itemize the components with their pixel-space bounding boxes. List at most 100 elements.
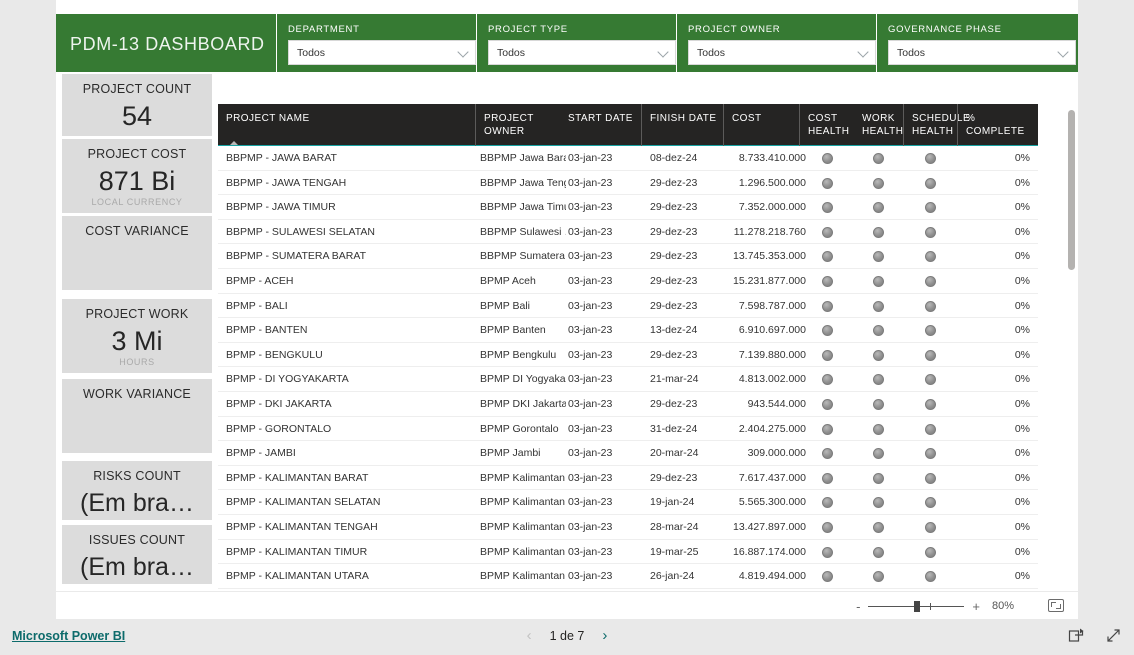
kpi-unit: HOURS: [119, 357, 155, 367]
status-indicator-work-health: [873, 325, 884, 337]
status-indicator-cost-health: [822, 571, 833, 583]
fullscreen-icon[interactable]: [1105, 627, 1122, 644]
zoom-in-button[interactable]: +: [972, 600, 980, 613]
cell-owner: BPMP Bali: [480, 299, 530, 312]
table-row[interactable]: BPMP - ACEH BPMP Aceh 03-jan-23 29-dez-23 15…: [218, 269, 1038, 294]
cell-owner: BPMP Gorontalo: [480, 422, 559, 435]
table-vertical-scrollbar[interactable]: [1068, 110, 1075, 270]
cell-name: BPMP - DI YOGYAKARTA: [226, 373, 349, 386]
header-divider: [676, 14, 677, 72]
status-indicator-schedule-health: [925, 374, 936, 386]
footer-actions: [1068, 627, 1122, 644]
page-indicator: 1 de 7: [549, 628, 585, 643]
column-header-schedule-health[interactable]: SCHEDULE HEALTH: [903, 104, 970, 146]
cell-start: 03-jan-23: [568, 447, 613, 460]
slicer-dropdown-governance-phase[interactable]: Todos: [888, 40, 1076, 65]
slicer-dropdown-project-owner[interactable]: Todos: [688, 40, 876, 65]
column-header-start-date[interactable]: START DATE: [568, 113, 640, 126]
cell-owner: BPMP Jambi: [480, 447, 541, 460]
cell-complete: 0%: [1014, 496, 1030, 509]
status-indicator-work-health: [873, 472, 884, 484]
share-icon[interactable]: [1068, 627, 1085, 644]
table-row[interactable]: BPMP - BALI BPMP Bali 03-jan-23 29-dez-23 7.…: [218, 294, 1038, 319]
slicer-label: PROJECT OWNER: [688, 24, 781, 35]
zoom-slider[interactable]: [868, 600, 965, 612]
kpi-card-cost-variance[interactable]: COST VARIANCE: [62, 216, 212, 290]
column-header-finish-date[interactable]: FINISH DATE: [641, 104, 722, 146]
previous-page-button[interactable]: ‹: [527, 628, 532, 643]
next-page-button[interactable]: ›: [602, 628, 607, 643]
kpi-card-project-cost[interactable]: PROJECT COST 871 Bi LOCAL CURRENCY: [62, 139, 212, 213]
kpi-card-project-work[interactable]: PROJECT WORK 3 Mi HOURS: [62, 299, 212, 373]
cell-name: BPMP - KALIMANTAN UTARA: [226, 570, 369, 583]
status-indicator-work-health: [873, 300, 884, 312]
slicer-dropdown-project-type[interactable]: Todos: [488, 40, 676, 65]
cell-start: 03-jan-23: [568, 471, 613, 484]
column-header-percent-complete[interactable]: % COMPLETE: [957, 104, 1036, 146]
status-indicator-work-health: [873, 177, 884, 189]
table-row[interactable]: BPMP - GORONTALO BPMP Gorontalo 03-jan-23 3…: [218, 417, 1038, 442]
status-indicator-schedule-health: [925, 226, 936, 238]
status-indicator-cost-health: [822, 251, 833, 263]
table-row[interactable]: BPMP - BANTEN BPMP Banten 03-jan-23 13-dez-…: [218, 318, 1038, 343]
zoom-level-label: 80%: [991, 600, 1014, 612]
table-row[interactable]: BPMP - BENGKULU BPMP Bengkulu 03-jan-23 29-…: [218, 343, 1038, 368]
column-divider: [641, 104, 642, 146]
kpi-value: 54: [121, 101, 153, 131]
table-row[interactable]: BBPMP - JAWA TIMUR BBPMP Jawa Timur 03-jan…: [218, 195, 1038, 220]
kpi-title: PROJECT COST: [87, 147, 187, 161]
table-row[interactable]: BBPMP - SUMATERA BARAT BBPMP Sumatera …03…: [218, 244, 1038, 269]
kpi-card-project-count[interactable]: PROJECT COUNT 54: [62, 74, 212, 136]
cell-name: BBPMP - JAWA TIMUR: [226, 201, 336, 214]
slicer-value: Todos: [297, 46, 326, 59]
cell-complete: 0%: [1014, 348, 1030, 361]
column-header-work-health[interactable]: WORK HEALTH: [862, 113, 908, 138]
cell-name: BPMP - BANTEN: [226, 324, 308, 337]
status-indicator-schedule-health: [925, 521, 936, 533]
status-indicator-schedule-health: [925, 423, 936, 435]
cell-cost: 8.733.410.000: [738, 152, 806, 164]
table-row[interactable]: BBPMP - JAWA BARAT BBPMP Jawa Barat 03-jan…: [218, 146, 1038, 171]
zoom-slider-thumb[interactable]: [914, 600, 921, 612]
table-row[interactable]: BPMP - JAMBI BPMP Jambi 03-jan-23 20-mar-24…: [218, 441, 1038, 466]
kpi-card-work-variance[interactable]: WORK VARIANCE: [62, 379, 212, 453]
chevron-down-icon: [1059, 48, 1068, 57]
column-header-project-owner[interactable]: PROJECT OWNER: [475, 104, 562, 146]
table-row[interactable]: BPMP - DI YOGYAKARTA BPMP DI Yogyaka…03-j…: [218, 367, 1038, 392]
column-header-cost-health[interactable]: COST HEALTH: [799, 104, 854, 146]
kpi-card-risks-count[interactable]: RISKS COUNT (Em bra…: [62, 461, 212, 520]
slicer-dropdown-department[interactable]: Todos: [288, 40, 476, 65]
table-row[interactable]: BPMP - KALIMANTAN BARAT BPMP Kalimantan… 0…: [218, 466, 1038, 491]
cell-name: BPMP - DKI JAKARTA: [226, 397, 332, 410]
cell-owner: BPMP Kalimantan…: [480, 545, 566, 558]
kpi-title: ISSUES COUNT: [88, 533, 186, 547]
cell-complete: 0%: [1014, 471, 1030, 484]
column-divider: [903, 104, 904, 146]
cell-start: 03-jan-23: [568, 250, 613, 263]
cell-complete: 0%: [1014, 324, 1030, 337]
status-indicator-cost-health: [822, 521, 833, 533]
column-header-cost[interactable]: COST: [723, 104, 806, 146]
kpi-value: 871 Bi: [98, 166, 176, 196]
zoom-out-button[interactable]: -: [856, 600, 860, 613]
kpi-card-issues-count[interactable]: ISSUES COUNT (Em bra…: [62, 525, 212, 584]
table-row[interactable]: BPMP - KALIMANTAN TENGAH BPMP Kalimantan……: [218, 515, 1038, 540]
status-indicator-cost-health: [822, 546, 833, 558]
cell-name: BPMP - KALIMANTAN SELATAN: [226, 496, 381, 509]
status-indicator-cost-health: [822, 472, 833, 484]
table-row[interactable]: BBPMP - JAWA TENGAH BBPMP Jawa Teng…03-ja…: [218, 171, 1038, 196]
cell-start: 03-jan-23: [568, 225, 613, 238]
table-row[interactable]: BPMP - KALIMANTAN TIMUR BPMP Kalimantan… 0…: [218, 540, 1038, 565]
table-row[interactable]: BBPMP - SULAWESI SELATAN BBPMP Sulawesi ……: [218, 220, 1038, 245]
header-divider: [476, 14, 477, 72]
kpi-value: 3 Mi: [111, 326, 163, 356]
table-row[interactable]: BPMP - KALIMANTAN UTARA BPMP Kalimantan… 0…: [218, 564, 1038, 589]
fit-to-page-icon[interactable]: [1048, 599, 1064, 612]
column-divider: [799, 104, 800, 146]
column-header-project-name[interactable]: PROJECT NAME: [226, 113, 466, 145]
cell-complete: 0%: [1014, 225, 1030, 238]
table-row[interactable]: BPMP - KALIMANTAN SELATAN BPMP Kalimantan…: [218, 490, 1038, 515]
cell-owner: BPMP Kalimantan…: [480, 471, 566, 484]
table-row[interactable]: BPMP - DKI JAKARTA BPMP DKI Jakarta 03-jan…: [218, 392, 1038, 417]
status-indicator-schedule-health: [925, 448, 936, 460]
